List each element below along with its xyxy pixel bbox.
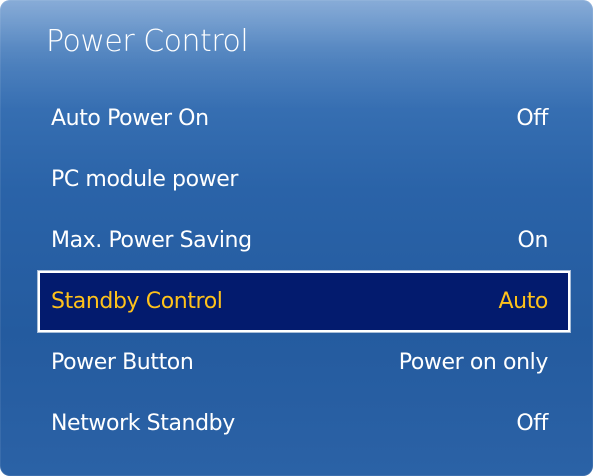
menu-item-pc-module-power[interactable]: PC module power (38, 149, 570, 210)
menu-title: Power Control (46, 24, 249, 59)
menu-item-label: Power Button (51, 350, 194, 375)
menu-item-value: Auto (498, 289, 549, 314)
menu-item-label: Standby Control (51, 289, 223, 314)
menu-item-value: Off (516, 411, 548, 436)
menu-item-max-power-saving[interactable]: Max. Power Saving On (38, 210, 570, 271)
menu-item-label: Auto Power On (51, 106, 209, 131)
menu-item-standby-control[interactable]: Standby Control Auto (38, 271, 570, 332)
power-control-menu-panel: Power Control Auto Power On Off PC modul… (0, 0, 593, 476)
menu-item-value: Off (516, 106, 548, 131)
menu-item-label: PC module power (51, 167, 239, 192)
menu-item-auto-power-on[interactable]: Auto Power On Off (38, 88, 570, 149)
menu-list: Auto Power On Off PC module power Max. P… (38, 88, 570, 454)
menu-item-value: Power on only (398, 350, 549, 375)
menu-item-label: Max. Power Saving (51, 228, 252, 253)
menu-item-power-button[interactable]: Power Button Power on only (38, 332, 570, 393)
menu-item-label: Network Standby (51, 411, 235, 436)
menu-item-value: On (517, 228, 549, 253)
menu-item-network-standby[interactable]: Network Standby Off (38, 393, 570, 454)
